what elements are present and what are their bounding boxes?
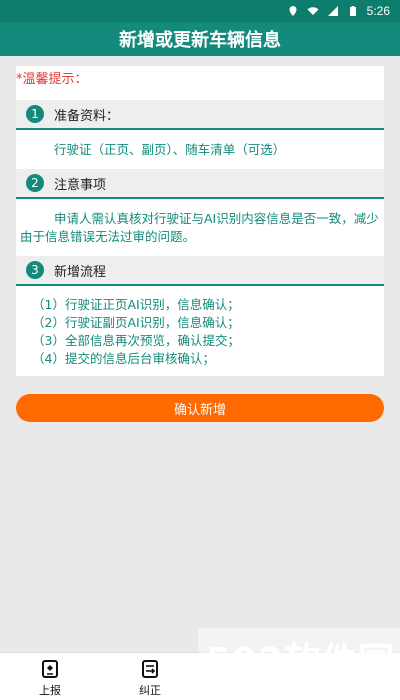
process-step: （4）提交的信息后台审核确认； xyxy=(32,351,215,366)
section-3-number: 3 xyxy=(26,261,44,279)
nav-item-correct[interactable]: 纠正 xyxy=(100,653,200,698)
battery-icon xyxy=(349,6,356,16)
section-2-line: 申请人需认真核对行驶证与AI识别内容信息是否一致，减少由于信息错误无法过审的问题… xyxy=(20,211,379,244)
section-1-header: 1 准备资料： xyxy=(16,100,384,130)
location-icon xyxy=(289,6,297,16)
wifi-icon xyxy=(307,7,319,15)
section-1-number: 1 xyxy=(26,105,44,123)
warm-tip: *温馨提示： xyxy=(16,72,88,87)
process-step: （1）行驶证正页AI识别，信息确认； xyxy=(32,297,240,312)
status-time: 5:26 xyxy=(366,4,390,18)
section-2-body: 申请人需认真核对行驶证与AI识别内容信息是否一致，减少由于信息错误无法过审的问题… xyxy=(16,210,384,246)
nav-label-correct: 纠正 xyxy=(139,684,161,697)
section-1-line: 行驶证（正页、副页）、随车清单（可选） xyxy=(54,142,286,157)
section-3-title: 新增流程 xyxy=(54,264,107,280)
process-step: （2）行驶证副页AI识别，信息确认； xyxy=(32,315,240,330)
bottom-nav: 上报 纠正 xyxy=(0,652,400,700)
report-icon xyxy=(42,660,58,678)
nav-label-report: 上报 xyxy=(39,684,61,697)
confirm-add-button[interactable]: 确认新增 xyxy=(16,394,384,422)
process-step: （3）全部信息再次预览，确认提交； xyxy=(32,333,240,348)
section-2-number: 2 xyxy=(26,174,44,192)
signal-icon xyxy=(327,6,338,16)
correct-icon xyxy=(142,660,158,678)
page-title: 新增或更新车辆信息 xyxy=(119,30,281,51)
section-2-header: 2 注意事项 xyxy=(16,169,384,199)
status-bar: 5:26 xyxy=(0,0,400,22)
section-2-title: 注意事项 xyxy=(54,177,107,193)
section-1-body: 行驶证（正页、副页）、随车清单（可选） xyxy=(16,141,384,159)
nav-item-report[interactable]: 上报 xyxy=(0,653,100,698)
section-3-header: 3 新增流程 xyxy=(16,256,384,286)
section-3-body: （1）行驶证正页AI识别，信息确认； （2）行驶证副页AI识别，信息确认； （3… xyxy=(16,296,384,368)
section-1-title: 准备资料： xyxy=(54,108,120,124)
app-bar: 新增或更新车辆信息 xyxy=(0,22,400,56)
